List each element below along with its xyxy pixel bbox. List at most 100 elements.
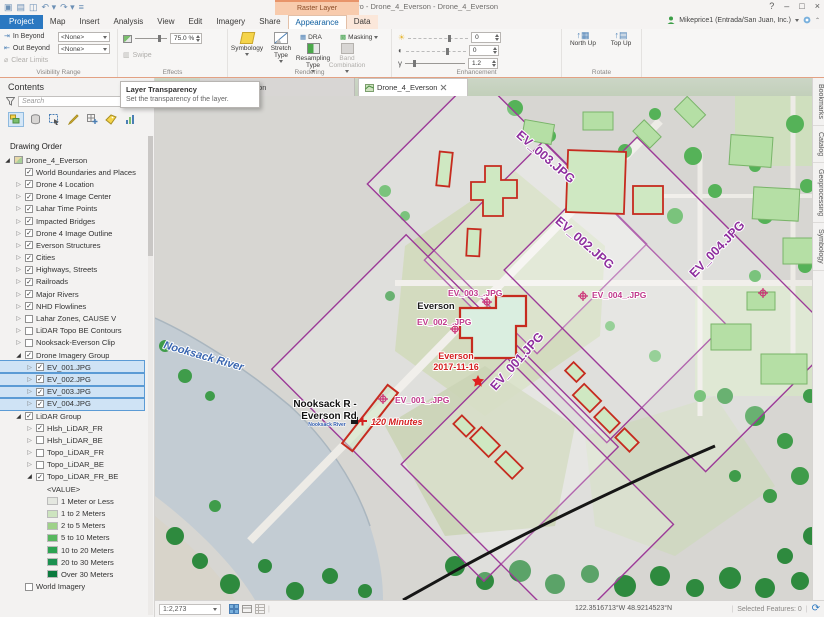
layer-checkbox[interactable]: ✓ (25, 180, 33, 189)
list-by-snapping-button[interactable] (84, 112, 100, 127)
dock-tab-bookmarks[interactable]: Bookmarks (813, 78, 824, 127)
layer-item-drone-4-everson[interactable]: ◢ Drone_4_Everson (0, 154, 144, 166)
layer-item-5-to-10-meters[interactable]: 5 to 10 Meters (0, 532, 144, 544)
layer-item-hlsh-lidar-be[interactable]: ▷ Hlsh_LiDAR_BE (0, 434, 144, 446)
list-by-drawing-order-button[interactable] (8, 112, 24, 127)
dra-button[interactable]: ▦ DRA (300, 33, 322, 42)
layer-item-lidar-group[interactable]: ◢ ✓ LiDAR Group (0, 410, 144, 422)
list-by-editing-button[interactable] (65, 112, 81, 127)
layer-item-cities[interactable]: ▷ ✓ Cities (0, 252, 144, 264)
layer-checkbox[interactable]: ✓ (25, 265, 33, 274)
user-area[interactable]: Mikeprice1 (Entrada/San Juan, Inc.) ⌃ (667, 16, 820, 24)
layer-item-highways-streets[interactable]: ▷ ✓ Highways, Streets (0, 264, 144, 276)
expander-icon[interactable]: ▷ (15, 315, 22, 322)
contrast-value[interactable]: 0 (468, 45, 499, 56)
layer-checkbox[interactable]: ✓ (25, 204, 33, 213)
transparency-slider[interactable] (135, 35, 167, 42)
expander-icon[interactable]: ▷ (15, 193, 22, 200)
map-view[interactable]: EV_003.JPG EV_002.JPG EV_004.JPG EV_001.… (154, 73, 824, 617)
layer-item-nhd-flowlines[interactable]: ▷ ✓ NHD Flowlines (0, 300, 144, 312)
layer-item-drone-imagery-group[interactable]: ◢ ✓ Drone Imagery Group (0, 349, 144, 361)
layer-checkbox[interactable]: ✓ (25, 168, 33, 177)
help-button[interactable]: ? (769, 1, 774, 11)
layer-checkbox[interactable] (25, 582, 33, 591)
tab-view[interactable]: View (150, 15, 181, 29)
layer-item-10-to-20-meters[interactable]: 10 to 20 Meters (0, 544, 144, 556)
expander-icon[interactable]: ▷ (15, 327, 22, 334)
expander-icon[interactable]: ▷ (26, 364, 33, 371)
layer-checkbox[interactable]: ✓ (36, 387, 44, 396)
dock-tab-symbology[interactable]: Symbology (813, 223, 824, 271)
expander-icon[interactable]: ▷ (26, 376, 33, 383)
layer-item-20-to-30-meters[interactable]: 20 to 30 Meters (0, 556, 144, 568)
layer-checkbox[interactable]: ✓ (25, 412, 33, 421)
layer-item-topo-lidar-fr-be[interactable]: ◢ ✓ Topo_LiDAR_FR_BE (0, 471, 144, 483)
layer-checkbox[interactable]: ✓ (25, 217, 33, 226)
expander-icon[interactable]: ▷ (15, 205, 22, 212)
out-beyond-combo[interactable]: <None> (58, 44, 110, 54)
close-button[interactable]: × (815, 1, 820, 11)
layer-checkbox[interactable] (25, 338, 33, 347)
expander-icon[interactable]: ◢ (15, 352, 22, 359)
tab-project[interactable]: Project (0, 15, 43, 29)
layer-checkbox[interactable]: ✓ (25, 277, 33, 286)
layer-checkbox[interactable] (25, 314, 33, 323)
layer-item-lahar-time-points[interactable]: ▷ ✓ Lahar Time Points (0, 203, 144, 215)
north-up-button[interactable]: ↑▦ North Up (566, 30, 600, 48)
layer-checkbox[interactable] (36, 436, 44, 445)
expander-icon[interactable]: ▷ (15, 339, 22, 346)
contents-scrollbar[interactable] (148, 136, 153, 615)
transparency-value[interactable]: 75.0 % (170, 33, 203, 44)
layer-item-lidar-topo-be-contours[interactable]: ▷ LiDAR Topo BE Contours (0, 325, 144, 337)
refresh-icon[interactable]: ⟳ (812, 604, 820, 614)
masking-button[interactable]: ▩ Masking (340, 33, 379, 41)
close-tab-icon[interactable] (440, 84, 447, 91)
layer-item-value[interactable]: <VALUE> (0, 483, 144, 495)
expander-icon[interactable]: ▷ (26, 437, 33, 444)
expander-icon[interactable]: ◢ (26, 473, 33, 480)
view-tab-active[interactable]: Drone_4_Everson (358, 78, 468, 96)
layer-checkbox[interactable] (25, 326, 33, 335)
layer-item-ev-003-jpg[interactable]: ▷ ✓ EV_003.JPG (0, 384, 145, 399)
layer-item-2-to-5-meters[interactable]: 2 to 5 Meters (0, 520, 144, 532)
layer-item-topo-lidar-be[interactable]: ▷ Topo_LiDAR_BE (0, 459, 144, 471)
layer-item-hlsh-lidar-fr[interactable]: ▷ ✓ Hlsh_LiDAR_FR (0, 422, 144, 434)
expander-icon[interactable]: ▷ (26, 388, 33, 395)
list-charts-button[interactable] (122, 112, 138, 127)
tab-share[interactable]: Share (252, 15, 287, 29)
layer-item-nooksack-everson-clip[interactable]: ▷ Nooksack-Everson Clip (0, 337, 144, 349)
expander-icon[interactable]: ▷ (15, 266, 22, 273)
dock-tab-catalog[interactable]: Catalog (813, 126, 824, 164)
layer-item-railroads[interactable]: ▷ ✓ Railroads (0, 276, 144, 288)
layer-item-1-meter-or-less[interactable]: 1 Meter or Less (0, 495, 144, 507)
layer-checkbox[interactable]: ✓ (25, 302, 33, 311)
filter-icon[interactable] (6, 97, 15, 106)
layer-item-ev-002-jpg[interactable]: ▷ ✓ EV_002.JPG (0, 372, 145, 387)
in-beyond-combo[interactable]: <None> (58, 32, 110, 42)
layer-item-drone-4-image-center[interactable]: ▷ ✓ Drone 4 Image Center (0, 191, 144, 203)
list-by-labeling-button[interactable] (103, 112, 119, 127)
layer-checkbox[interactable]: ✓ (36, 399, 44, 408)
expander-icon[interactable]: ▷ (15, 218, 22, 225)
tab-imagery[interactable]: Imagery (209, 15, 252, 29)
expander-icon[interactable]: ▷ (26, 449, 33, 456)
layer-item-ev-001-jpg[interactable]: ▷ ✓ EV_001.JPG (0, 360, 145, 375)
expander-icon[interactable]: ▷ (15, 181, 22, 188)
tab-edit[interactable]: Edit (181, 15, 209, 29)
table-view-icon[interactable] (255, 604, 265, 614)
tab-analysis[interactable]: Analysis (106, 15, 150, 29)
expander-icon[interactable]: ▷ (15, 242, 22, 249)
expander-icon[interactable]: ▷ (26, 400, 33, 407)
layer-item-impacted-bridges[interactable]: ▷ ✓ Impacted Bridges (0, 215, 144, 227)
layer-item-world-boundaries-and-places[interactable]: ✓ World Boundaries and Places (0, 166, 144, 178)
layer-item-everson-structures[interactable]: ▷ ✓ Everson Structures (0, 239, 144, 251)
layer-item-1-to-2-meters[interactable]: 1 to 2 Meters (0, 507, 144, 519)
layer-item-drone-4-image-outline[interactable]: ▷ ✓ Drone 4 Image Outline (0, 227, 144, 239)
dock-tab-geoprocessing[interactable]: Geoprocessing (813, 163, 824, 224)
layout-view-icon[interactable] (242, 604, 252, 614)
brightness-value[interactable]: 0 (471, 32, 502, 43)
symbology-button[interactable]: Symbology (230, 30, 264, 56)
stretch-type-button[interactable]: Stretch Type (264, 30, 298, 63)
layer-checkbox[interactable]: ✓ (25, 253, 33, 262)
maximize-button[interactable]: □ (799, 1, 804, 11)
